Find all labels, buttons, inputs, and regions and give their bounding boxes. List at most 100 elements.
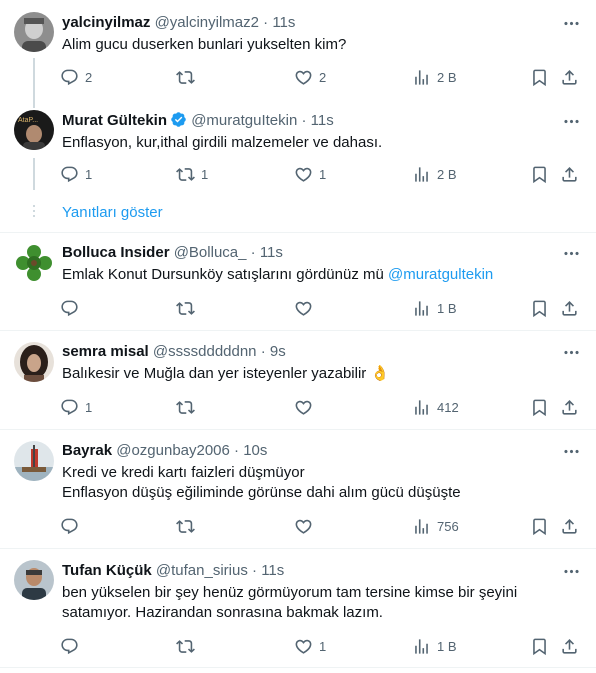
divider [0,429,596,430]
retweet-count: 1 [201,166,209,182]
tweet-text: Alim gucu duserken bunlari yukselten kim… [62,35,552,55]
like-button[interactable] [294,397,319,417]
share-button[interactable] [560,298,579,318]
timestamp[interactable]: 11s [311,112,334,129]
share-button[interactable] [560,397,579,417]
verified-badge-icon [171,112,186,127]
author-handle[interactable]: @ssssdddddnn [153,343,257,360]
bookmark-button[interactable] [530,164,549,184]
tweet-text-line: Balıkesir ve Muğla dan yer isteyenler ya… [62,365,390,382]
reply-count: 1 [85,166,93,182]
mention-link[interactable]: @muratgultekin [388,266,493,283]
reply-button[interactable]: 2 [60,67,92,87]
retweet-button[interactable] [176,67,201,87]
timestamp[interactable]: 11s [261,562,284,579]
avatar[interactable] [14,560,54,600]
author-name[interactable]: Tufan Küçük [62,562,152,579]
share-button[interactable] [560,67,579,87]
heart-icon [294,68,313,87]
timestamp[interactable]: 11s [272,14,295,31]
bookmark-button[interactable] [530,298,549,318]
retweet-button[interactable] [176,397,201,417]
author-name[interactable]: semra misal [62,343,149,360]
avatar[interactable]: AtaP... [14,110,54,150]
retweet-button[interactable] [176,298,201,318]
views-button[interactable]: 1 B [412,636,457,656]
tweet-text-line: Alim gucu duserken bunlari yukselten kim… [62,36,347,53]
author-handle[interactable]: @ozgunbay2006 [116,442,230,459]
views-icon [412,517,431,536]
bookmark-icon [530,637,549,656]
tweet-text-line: ben yükselen bir şey henüz görmüyorum ta… [62,584,518,601]
author-name[interactable]: yalcinyilmaz [62,14,150,31]
author-name[interactable]: Murat Gültekin [62,112,167,129]
tweet-text: Kredi ve kredi kartı faizleri düşmüyor E… [62,463,552,503]
tweet-text: ben yükselen bir şey henüz görmüyorum ta… [62,583,552,623]
share-button[interactable] [560,516,579,536]
author-name[interactable]: Bolluca Insider [62,244,170,261]
bookmark-button[interactable] [530,67,549,87]
reply-button[interactable] [60,636,85,656]
reply-icon [60,398,79,417]
timestamp[interactable]: 11s [260,244,283,261]
like-count: 2 [319,69,327,85]
views-button[interactable]: 1 B [412,298,457,318]
avatar[interactable] [14,12,54,52]
views-icon [412,637,431,656]
timestamp[interactable]: 10s [243,442,267,459]
like-button[interactable] [294,516,319,536]
more-options-icon[interactable] [560,342,582,362]
views-button[interactable]: 412 [412,397,459,417]
bookmark-button[interactable] [530,636,549,656]
divider [0,548,596,549]
like-button[interactable]: 1 [294,164,326,184]
author-name[interactable]: Bayrak [62,442,112,459]
like-button[interactable]: 1 [294,636,326,656]
divider [0,330,596,331]
share-button[interactable] [560,636,579,656]
views-button[interactable]: 2 B [412,164,457,184]
more-options-icon[interactable] [560,561,582,581]
like-button[interactable]: 2 [294,67,326,87]
like-count: 1 [319,638,327,654]
reply-button[interactable] [60,298,85,318]
retweet-button[interactable] [176,636,201,656]
avatar[interactable] [14,342,54,382]
author-handle[interactable]: @tufan_sirius [156,562,248,579]
author-handle[interactable]: @muratguItekin [191,112,297,129]
reply-button[interactable]: 1 [60,397,92,417]
author-handle[interactable]: @Bolluca_ [174,244,247,261]
more-options-icon[interactable] [560,111,582,131]
share-icon [560,68,579,87]
bookmark-button[interactable] [530,516,549,536]
views-button[interactable]: 2 B [412,67,457,87]
reply-button[interactable] [60,516,85,536]
views-count: 1 B [437,300,457,316]
share-button[interactable] [560,164,579,184]
share-icon [560,637,579,656]
more-options-icon[interactable] [560,243,582,263]
reply-button[interactable]: 1 [60,164,92,184]
heart-icon [294,398,313,417]
avatar[interactable] [14,243,54,283]
author-handle[interactable]: @yalcinyilmaz2 [155,14,259,31]
more-options-icon[interactable] [560,441,582,461]
retweet-icon [176,299,195,318]
tweet-text: Balıkesir ve Muğla dan yer isteyenler ya… [62,364,552,384]
show-replies-link[interactable]: Yanıtları göster [62,203,163,223]
bookmark-button[interactable] [530,397,549,417]
more-options-icon[interactable] [560,13,582,33]
retweet-icon [176,517,195,536]
retweet-button[interactable] [176,516,201,536]
thread-connector [33,158,35,190]
views-count: 1 B [437,638,457,654]
reply-icon [60,68,79,87]
like-button[interactable] [294,298,319,318]
views-button[interactable]: 756 [412,516,459,536]
share-icon [560,299,579,318]
tweet-actions: 1 B [60,298,586,318]
timestamp[interactable]: 9s [270,343,286,360]
bookmark-icon [530,517,549,536]
avatar[interactable] [14,441,54,481]
retweet-button[interactable]: 1 [176,164,208,184]
